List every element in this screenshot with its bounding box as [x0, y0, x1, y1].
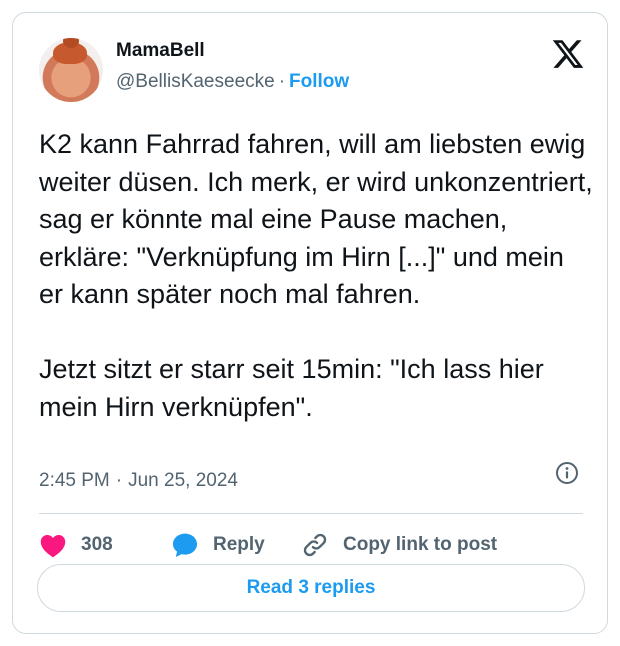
tweet-timestamp[interactable]: 2:45 PM · Jun 25, 2024 — [39, 470, 238, 492]
like-button[interactable]: 308 — [39, 528, 113, 562]
copy-link-button[interactable]: Copy link to post — [301, 528, 497, 562]
divider — [39, 513, 583, 514]
tweet-date: Jun 25, 2024 — [128, 470, 238, 491]
timestamp-separator: · — [115, 470, 123, 491]
tweet-card: MamaBell @BellisKaeseecke · Follow K2 kann… — [12, 12, 608, 634]
author-name[interactable]: MamaBell — [116, 40, 205, 62]
speech-bubble-icon — [172, 533, 198, 558]
info-icon[interactable] — [555, 461, 579, 485]
avatar[interactable] — [39, 38, 103, 102]
author-handle-row: @BellisKaeseecke · Follow — [116, 71, 349, 93]
tweet-text: K2 kann Fahrrad fahren, will am liebsten… — [39, 129, 593, 422]
copy-link-label: Copy link to post — [343, 534, 498, 555]
heart-icon — [40, 534, 66, 558]
x-logo-icon[interactable] — [550, 37, 586, 71]
author-handle[interactable]: @BellisKaeseecke — [116, 71, 275, 92]
reply-label: Reply — [213, 534, 265, 555]
link-icon — [303, 533, 327, 557]
tweet-time: 2:45 PM — [39, 470, 110, 491]
follow-link[interactable]: Follow — [289, 71, 349, 92]
like-count: 308 — [81, 534, 113, 555]
reply-button[interactable]: Reply — [171, 528, 265, 562]
handle-separator: · — [278, 71, 286, 92]
read-replies-button[interactable]: Read 3 replies — [37, 564, 585, 612]
